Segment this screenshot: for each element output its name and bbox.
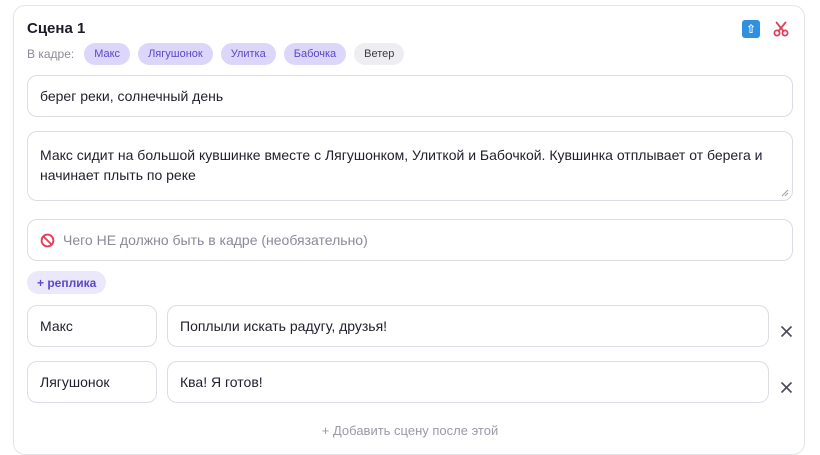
dialogue-text-input[interactable]: Поплыли искать радугу, друзья! [167, 305, 769, 347]
close-icon[interactable] [777, 322, 795, 340]
dialogue-speaker-input[interactable]: Макс [27, 305, 157, 347]
scene-card: Сцена 1 ⇧ В кадре: Макс Лягушонок Улитка… [13, 5, 805, 455]
no-entry-icon [40, 233, 55, 247]
character-chip-maks[interactable]: Макс [84, 43, 131, 65]
scene-title: Сцена 1 [27, 20, 86, 37]
characters-label: В кадре: [27, 47, 75, 61]
dialogue-text-input[interactable]: Ква! Я готов! [167, 361, 769, 403]
character-chip-butterfly[interactable]: Бабочка [283, 43, 347, 65]
add-scene-link[interactable]: + Добавить сцену после этой [14, 423, 806, 438]
character-chip-frog[interactable]: Лягушонок [138, 43, 213, 65]
characters-row: В кадре: Макс Лягушонок Улитка Бабочка В… [27, 43, 405, 65]
resize-handle-icon[interactable] [781, 189, 789, 197]
character-chip-wind[interactable]: Ветер [354, 43, 405, 65]
scissors-icon[interactable] [772, 20, 790, 38]
description-textarea[interactable]: Макс сидит на большой кувшинке вместе с … [27, 131, 793, 201]
add-line-button[interactable]: + реплика [27, 271, 107, 294]
negative-prompt-input[interactable]: Чего НЕ должно быть в кадре (необязатель… [27, 219, 793, 261]
dialogue-speaker-input[interactable]: Лягушонок [27, 361, 157, 403]
character-chip-snail[interactable]: Улитка [220, 43, 276, 65]
arrow-up-icon[interactable]: ⇧ [742, 20, 760, 38]
setting-input[interactable]: берег реки, солнечный день [27, 75, 793, 117]
description-text: Макс сидит на большой кувшинке вместе с … [40, 147, 763, 183]
negative-prompt-placeholder: Чего НЕ должно быть в кадре (необязатель… [63, 232, 368, 248]
scene-actions: ⇧ [742, 20, 790, 38]
close-icon[interactable] [777, 378, 795, 396]
